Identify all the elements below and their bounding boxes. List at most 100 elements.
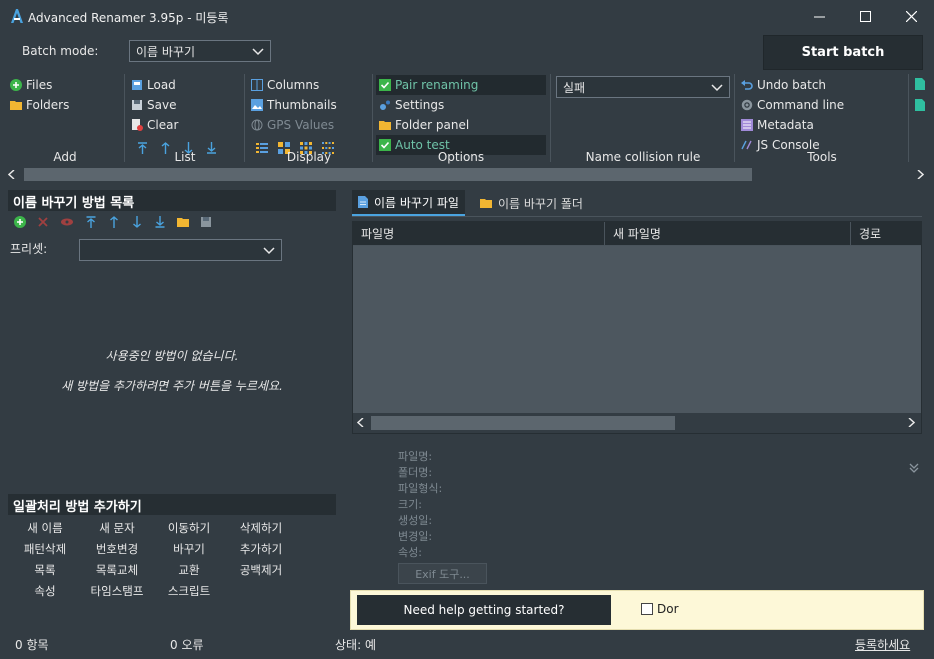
scroll-right-icon[interactable] [916,170,924,179]
register-link[interactable]: 등록하세요 [855,636,910,653]
methods-panel-title: 이름 바꾸기 방법 목록 [8,190,336,211]
folder-icon[interactable] [177,216,189,228]
gps-values-button[interactable]: GPS Values [251,116,337,134]
info-filename: 파일명: [398,450,433,463]
toolbar: Files Folders Add Load Save Clear List C… [0,72,934,166]
list-group-label: List [174,150,196,164]
method-trim[interactable]: 공백제거 [226,562,296,578]
toolbar-separator [244,74,245,162]
options-group: Pair renaming Settings Folder panel Auto… [376,75,546,155]
load-icon [132,80,142,90]
scroll-left-icon[interactable] [357,418,365,427]
status-state: 상태: 예 [335,638,376,652]
collision-rule-value: 실패 [563,80,586,95]
method-timestamp[interactable]: 타임스탬프 [82,583,152,599]
batch-mode-select[interactable]: 이름 바꾸기 [129,40,271,62]
checkbox-box[interactable] [641,603,653,615]
add-group: Files Folders [10,76,69,114]
exif-tool-button[interactable]: Exif 도구... [398,563,487,584]
undo-batch-button[interactable]: Undo batch [741,76,844,94]
disable-method-icon[interactable] [60,216,74,228]
scroll-left-icon[interactable] [8,170,16,179]
method-renumber[interactable]: 번호변경 [82,541,152,557]
move-down-icon[interactable] [131,216,143,228]
scrollbar-thumb[interactable] [371,416,675,430]
save-list-button[interactable]: Save [131,96,178,114]
method-swap[interactable]: 교환 [154,562,224,578]
options-group-label: Options [437,150,485,164]
files-grid-hscroll[interactable] [353,413,921,433]
thumbnails-button[interactable]: Thumbnails [251,96,337,114]
save-icon[interactable] [200,216,212,228]
maximize-button[interactable] [842,0,888,32]
title-bar: Advanced Renamer 3.95p - 미등록 [0,0,934,32]
display-group-label: Display [286,150,332,164]
method-script[interactable]: 스크립트 [154,583,224,599]
method-remove[interactable]: 삭제하기 [226,520,296,536]
load-list-button[interactable]: Load [131,76,178,94]
move-bottom-icon[interactable] [154,216,166,228]
dont-show-checkbox[interactable]: Dor [641,602,679,616]
globe-icon [251,119,263,131]
clear-list-button[interactable]: Clear [131,116,178,134]
close-icon [905,10,917,22]
method-new-name[interactable]: 새 이름 [10,520,80,536]
toolbar-scrollbar[interactable] [8,168,926,181]
move-top-icon[interactable] [85,216,97,228]
remove-method-icon[interactable] [37,216,49,228]
method-replace[interactable]: 바꾸기 [154,541,224,557]
folder-panel-button[interactable]: Folder panel [376,115,546,135]
collision-rule-select[interactable]: 실패 [556,76,730,98]
empty-message-line1: 사용중인 방법이 없습니다. [105,349,239,363]
document-icon[interactable] [915,78,925,90]
chevron-down-icon [711,84,723,92]
files-grid[interactable]: 파일명 새 파일명 경로 [352,221,922,434]
add-method-icon[interactable] [14,216,26,228]
app-logo-icon [11,9,23,23]
save-icon [132,100,142,110]
document-icon[interactable] [915,99,925,111]
start-batch-button[interactable]: Start batch [763,35,923,70]
maximize-icon [859,10,871,22]
methods-toolbar [14,216,212,228]
method-move[interactable]: 이동하기 [154,520,224,536]
move-up-icon[interactable] [108,216,120,228]
preset-select[interactable] [79,239,282,261]
add-folders-button[interactable]: Folders [10,96,69,114]
pair-renaming-toggle[interactable]: Pair renaming [376,75,546,95]
scrollbar-thumb[interactable] [24,168,752,181]
column-filename[interactable]: 파일명 [353,222,605,245]
method-add[interactable]: 추가하기 [226,541,296,557]
method-remove-pattern[interactable]: 패턴삭제 [10,541,80,557]
expand-down-icon[interactable] [909,463,919,473]
toolbar-separator [550,74,551,162]
help-getting-started-button[interactable]: Need help getting started? [357,595,611,625]
settings-button[interactable]: Settings [376,95,546,115]
method-attributes[interactable]: 속성 [10,583,80,599]
info-modified: 변경일: [398,530,433,543]
metadata-icon [741,119,753,131]
info-foldername: 폴더명: [398,466,433,479]
command-line-button[interactable]: Command line [741,96,844,114]
info-filetype: 파일형식: [398,482,443,495]
method-new-case[interactable]: 새 문자 [82,520,152,536]
info-size: 크기: [398,498,422,511]
column-new-filename[interactable]: 새 파일명 [605,222,851,245]
minimize-button[interactable] [796,0,842,32]
chevron-down-icon [252,48,264,56]
tab-rename-folders[interactable]: 이름 바꾸기 폴더 [474,190,589,216]
tab-rename-files[interactable]: 이름 바꾸기 파일 [352,190,465,216]
column-path[interactable]: 경로 [851,222,921,245]
close-button[interactable] [888,0,934,32]
window-title: Advanced Renamer 3.95p - 미등록 [28,11,229,25]
preset-label: 프리셋: [10,242,48,256]
metadata-button[interactable]: Metadata [741,116,844,134]
method-list-replace[interactable]: 목록교체 [82,562,152,578]
tools-group-label: Tools [807,150,837,164]
add-group-label: Add [53,150,77,164]
method-list[interactable]: 목록 [10,562,80,578]
scroll-right-icon[interactable] [907,418,915,427]
add-files-button[interactable]: Files [10,76,69,94]
collision-group-label: Name collision rule [585,150,701,164]
columns-button[interactable]: Columns [251,76,337,94]
